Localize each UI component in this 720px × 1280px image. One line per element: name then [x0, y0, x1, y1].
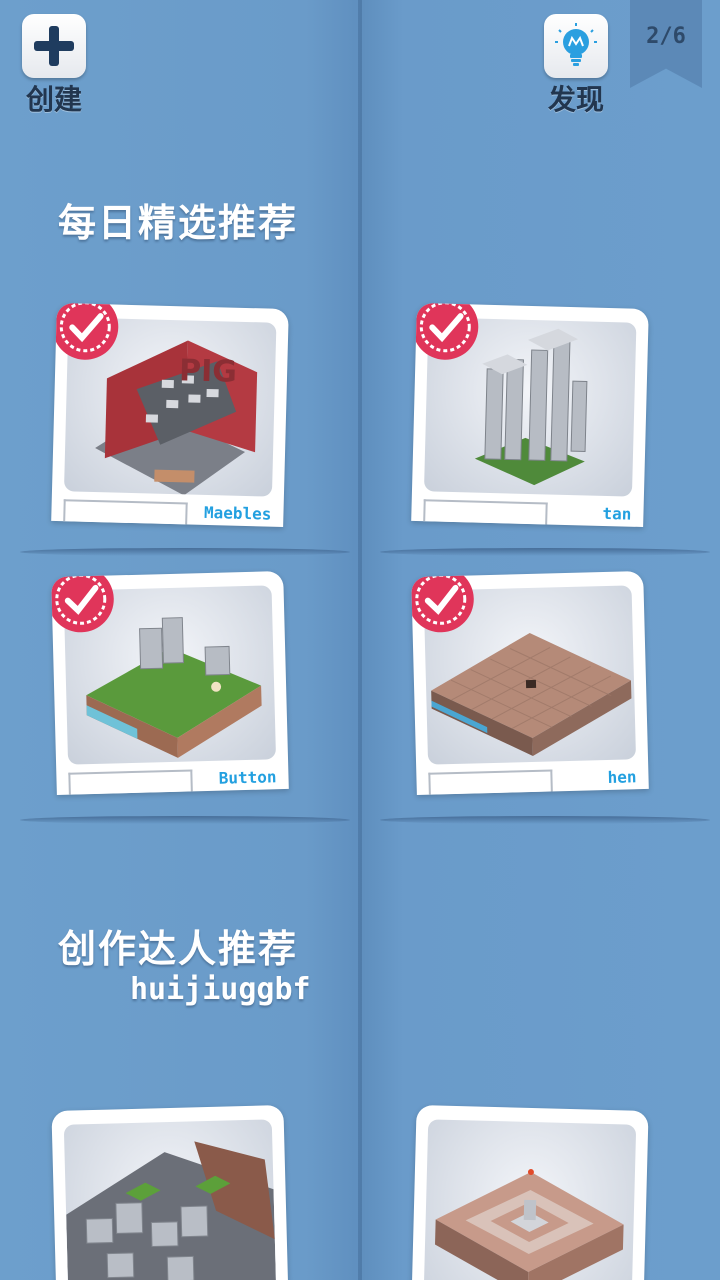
svg-text:PIG: PIG — [179, 353, 238, 390]
book-spine — [358, 0, 362, 1280]
level-card-slot — [380, 1104, 710, 1280]
discover-label: 发现 — [548, 83, 605, 116]
level-name-box — [423, 499, 548, 525]
shelf-shadow — [380, 816, 710, 824]
checkmark-icon — [415, 573, 467, 625]
level-thumbnail — [423, 1119, 637, 1280]
level-card-slot — [20, 1104, 350, 1280]
level-card[interactable] — [51, 1104, 289, 1280]
daily-picks-title: 每日精选推荐 — [58, 201, 299, 245]
level-name-box — [428, 769, 553, 795]
level-thumbnail — [63, 1119, 277, 1280]
level-author: tan — [602, 503, 632, 524]
level-card[interactable]: Button — [51, 571, 289, 795]
level-author: Button — [218, 767, 277, 788]
selected-badge — [411, 571, 475, 634]
selected-badge — [51, 303, 120, 361]
shelf-shadow — [20, 816, 350, 824]
shelf-shadow — [20, 548, 350, 556]
level-card[interactable]: hen — [411, 571, 649, 795]
shelf-shadow — [380, 548, 710, 556]
level-card[interactable] — [411, 1104, 649, 1280]
level-card[interactable]: tan — [411, 303, 649, 527]
level-name-box — [68, 769, 193, 795]
creator-name[interactable]: huijiuggbf — [130, 972, 311, 1007]
level-card-slot: hen — [380, 571, 710, 824]
selected-badge — [411, 303, 480, 361]
plus-icon — [34, 26, 74, 66]
level-card-slot: tan — [380, 303, 710, 556]
level-author: hen — [607, 767, 637, 787]
level-card[interactable]: PIG Maebles — [51, 303, 289, 527]
checkmark-icon — [59, 303, 111, 353]
level-card-slot: PIG Maebles — [20, 303, 350, 556]
checkmark-icon — [419, 303, 471, 353]
lightbulb-icon — [555, 23, 597, 66]
level-author: Maebles — [203, 502, 272, 524]
checkmark-icon — [55, 573, 107, 625]
level-name-box — [63, 499, 188, 525]
create-label: 创建 — [26, 83, 83, 116]
level-card-slot: Button — [20, 571, 350, 824]
selected-badge — [51, 571, 115, 634]
creator-picks-title: 创作达人推荐 — [58, 927, 299, 971]
create-button[interactable] — [22, 14, 86, 78]
discover-button[interactable] — [544, 14, 608, 78]
